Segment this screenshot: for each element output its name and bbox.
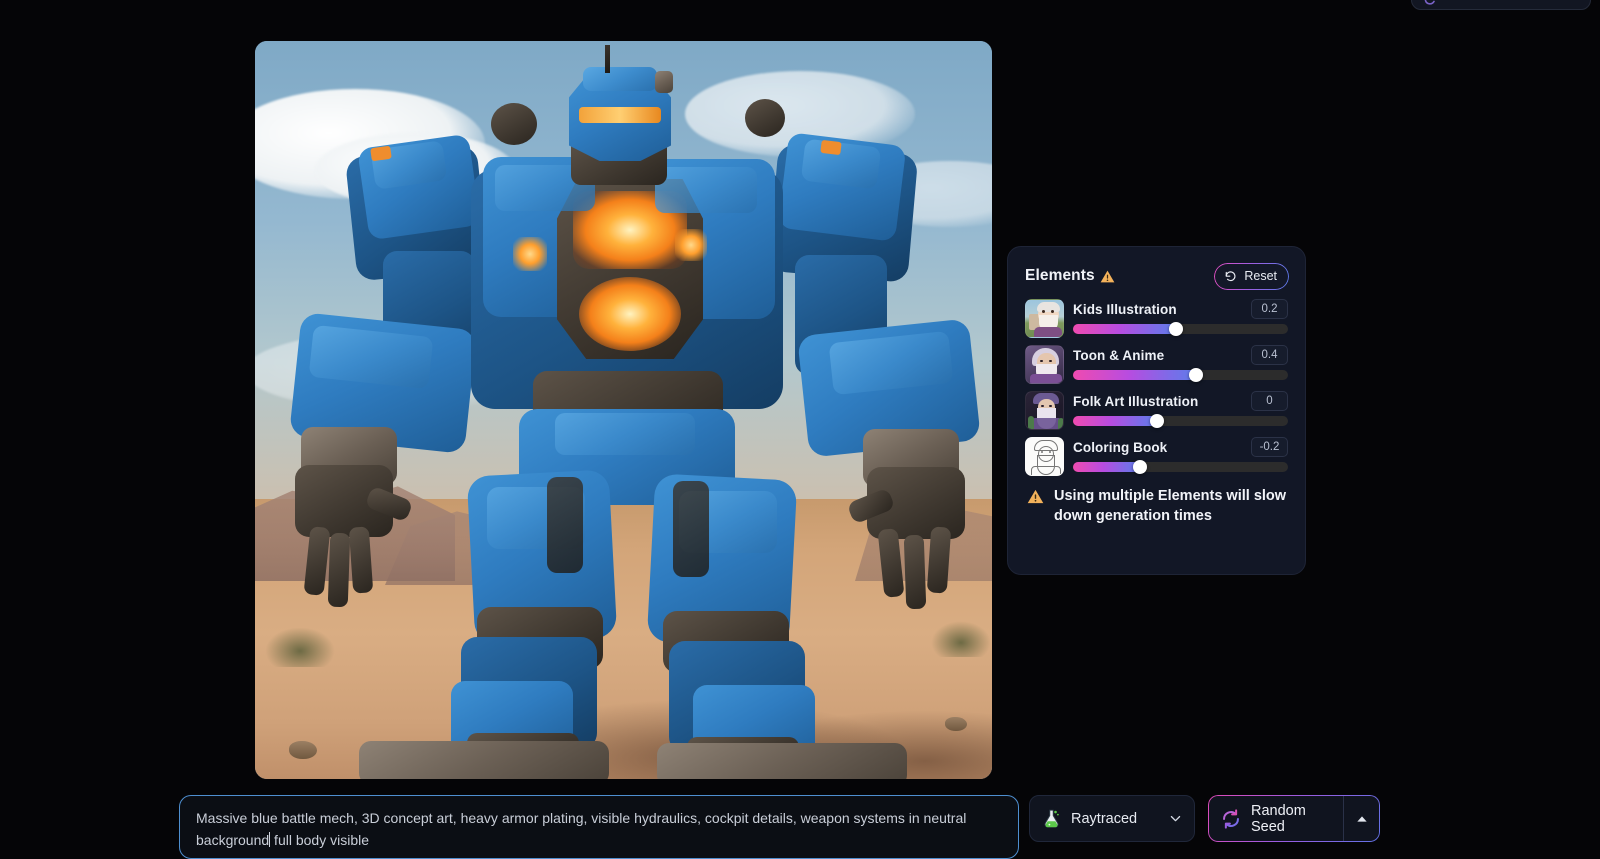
style-dropdown-label: Raytraced [1071, 810, 1138, 827]
mech-pelvis-plate [555, 413, 695, 455]
element-value[interactable]: -0.2 [1251, 437, 1288, 457]
desert-bush [265, 627, 335, 667]
desert-bush [931, 621, 991, 657]
elements-panel: Elements Reset Kids Illustration 0.2 Too… [1007, 246, 1306, 575]
flask-icon [1041, 808, 1062, 829]
mech-chest-core-lower-glow [579, 277, 681, 351]
mech-left-finger [327, 532, 351, 608]
elements-warning-note: Using multiple Elements will slow down g… [1025, 486, 1288, 526]
element-row[interactable]: Toon & Anime 0.4 [1025, 345, 1288, 384]
mech-right-foot [657, 743, 907, 779]
mech-right-shoulder-light [820, 139, 842, 156]
coloring-book-thumbnail[interactable] [1025, 437, 1064, 476]
slider-fill [1073, 370, 1196, 380]
element-top-row: Kids Illustration 0.2 [1073, 299, 1288, 319]
desert-rock [945, 717, 967, 731]
generated-image-canvas[interactable] [255, 41, 992, 779]
element-weight-slider[interactable] [1073, 460, 1288, 474]
elements-warning-text: Using multiple Elements will slow down g… [1054, 488, 1287, 524]
warning-triangle-icon [1100, 269, 1115, 284]
mech-head-antenna-base [655, 71, 673, 93]
element-name: Folk Art Illustration [1073, 393, 1199, 409]
mech-sensor-pod-left [491, 103, 537, 145]
element-body: Coloring Book -0.2 [1073, 437, 1288, 476]
reset-button-label: Reset [1244, 269, 1277, 283]
desert-rock [289, 741, 317, 759]
chevron-down-icon [1168, 811, 1183, 826]
element-name: Kids Illustration [1073, 301, 1177, 317]
mech-hip-actuator-left [547, 477, 583, 573]
mech-chest-vent-right [675, 229, 707, 261]
element-value[interactable]: 0.2 [1251, 299, 1288, 319]
mech-head-crest [583, 67, 657, 91]
element-row[interactable]: Coloring Book -0.2 [1025, 437, 1288, 476]
slider-fill [1073, 324, 1177, 334]
mech-right-finger [903, 534, 927, 610]
kids-illustration-thumbnail[interactable] [1025, 299, 1064, 338]
prompt-line-two-before-caret: background [196, 832, 270, 848]
mech-hip-actuator-right [673, 481, 709, 577]
element-body: Folk Art Illustration 0 [1073, 391, 1288, 430]
seed-expand-button[interactable] [1342, 795, 1380, 842]
warning-triangle-icon [1027, 488, 1044, 505]
random-seed-button[interactable]: Random Seed [1208, 795, 1343, 842]
toon-anime-thumbnail[interactable] [1025, 345, 1064, 384]
slider-thumb[interactable] [1132, 460, 1147, 474]
prompt-line-one: Massive blue battle mech, 3D concept art… [196, 810, 967, 826]
mech-chest-plate-highlight [655, 167, 757, 213]
prompt-line-two-after-caret: full body visible [270, 832, 369, 848]
slider-fill [1073, 416, 1157, 426]
seed-control-group: Random Seed [1208, 795, 1380, 842]
mech-chest-vent-left [513, 237, 547, 271]
random-seed-label: Random Seed [1251, 802, 1306, 835]
top-right-floating-panel[interactable] [1411, 0, 1591, 10]
caret-up-icon [1355, 812, 1369, 826]
mech-left-foot [359, 741, 609, 779]
refresh-icon [1422, 0, 1438, 7]
undo-icon [1224, 270, 1237, 283]
element-row[interactable]: Kids Illustration 0.2 [1025, 299, 1288, 338]
folk-art-illustration-thumbnail[interactable] [1025, 391, 1064, 430]
elements-panel-header: Elements Reset [1025, 261, 1288, 291]
element-top-row: Toon & Anime 0.4 [1073, 345, 1288, 365]
refresh-cycle-icon [1220, 808, 1242, 830]
element-body: Kids Illustration 0.2 [1073, 299, 1288, 338]
prompt-input[interactable]: Massive blue battle mech, 3D concept art… [179, 795, 1019, 859]
element-top-row: Folk Art Illustration 0 [1073, 391, 1288, 411]
element-weight-slider[interactable] [1073, 368, 1288, 382]
elements-title-group: Elements [1025, 267, 1115, 285]
page-title: Elements [1025, 267, 1095, 284]
element-value[interactable]: 0.4 [1251, 345, 1288, 365]
slider-thumb[interactable] [1188, 368, 1203, 382]
element-top-row: Coloring Book -0.2 [1073, 437, 1288, 457]
element-weight-slider[interactable] [1073, 322, 1288, 336]
element-body: Toon & Anime 0.4 [1073, 345, 1288, 384]
generated-image [255, 41, 992, 779]
mech-antenna [605, 45, 610, 73]
mech-sensor-pod-right [745, 99, 785, 137]
mech-eye-visor [579, 107, 661, 123]
reset-button[interactable]: Reset [1215, 263, 1288, 289]
prompt-text: Massive blue battle mech, 3D concept art… [196, 807, 1002, 851]
element-weight-slider[interactable] [1073, 414, 1288, 428]
element-value[interactable]: 0 [1251, 391, 1288, 411]
element-name: Coloring Book [1073, 439, 1168, 455]
slider-thumb[interactable] [1149, 414, 1164, 428]
slider-fill [1073, 462, 1140, 472]
element-row[interactable]: Folk Art Illustration 0 [1025, 391, 1288, 430]
element-name: Toon & Anime [1073, 347, 1165, 363]
mech-left-shoulder-light [370, 145, 392, 162]
style-dropdown[interactable]: Raytraced [1029, 795, 1195, 842]
